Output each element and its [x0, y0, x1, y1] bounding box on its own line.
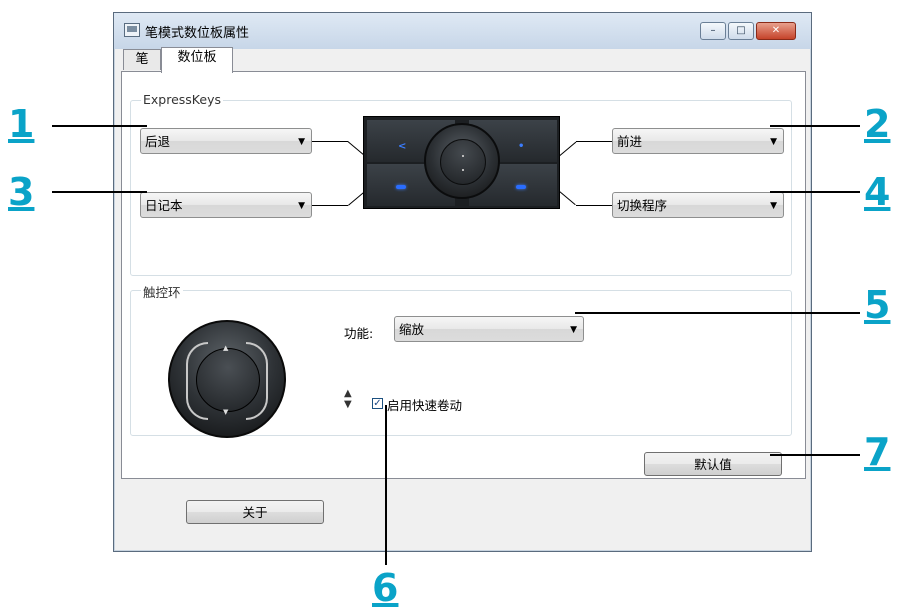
close-button[interactable]: ✕ — [756, 22, 796, 40]
touch-ring-icon — [424, 123, 500, 199]
callout-7: 7 — [864, 430, 891, 474]
ring-dot-icon — [462, 169, 464, 171]
default-button[interactable]: 默认值 — [644, 452, 782, 476]
up-triangle-icon: ▲ — [223, 344, 229, 352]
scroll-arrows-icon: ▲ ▼ — [344, 388, 352, 410]
minimize-button[interactable]: – — [700, 22, 726, 40]
touch-ring-arc-left-icon — [186, 342, 208, 420]
forward-dot-icon: • — [518, 141, 525, 152]
led-indicator-icon — [396, 185, 406, 189]
expresskey-1-value: 后退 — [145, 134, 171, 149]
touch-ring-group-label: 触控环 — [141, 282, 183, 301]
callout-2-line — [770, 125, 860, 127]
tab-pen[interactable]: 笔 — [123, 49, 161, 70]
expresskeys-device-image: < • — [363, 116, 560, 209]
fast-scroll-label: 启用快速卷动 — [387, 398, 463, 413]
callout-5: 5 — [864, 283, 891, 327]
callout-2: 2 — [864, 102, 891, 146]
title-bar: 笔模式数位板属性 – □ ✕ — [114, 13, 811, 49]
touch-ring-image: ▲ ▼ — [168, 320, 286, 438]
about-button[interactable]: 关于 — [186, 500, 324, 524]
connector-line — [576, 141, 612, 142]
callout-1-line — [52, 125, 147, 127]
callout-6-line — [385, 405, 387, 565]
window-client: 笔 数位板 ExpressKeys 后退 ▼ 前进 ▼ 日记本 ▼ 切换程序 ▼ — [121, 47, 806, 544]
tab-panel-tablet: ExpressKeys 后退 ▼ 前进 ▼ 日记本 ▼ 切换程序 ▼ < • 触… — [121, 71, 806, 479]
touch-ring-arc-right-icon — [246, 342, 268, 420]
led-indicator-icon — [516, 185, 526, 189]
function-label: 功能: — [344, 326, 374, 341]
touch-ring-center-icon — [440, 139, 486, 185]
callout-4-line — [770, 191, 860, 193]
expresskey-3-dropdown[interactable]: 日记本 ▼ — [140, 192, 312, 218]
chevron-down-icon: ▼ — [298, 137, 305, 147]
connector-line — [312, 141, 348, 142]
chevron-down-icon: ▼ — [570, 325, 577, 335]
expresskey-4-dropdown[interactable]: 切换程序 ▼ — [612, 192, 784, 218]
back-arrow-icon: < — [398, 141, 407, 152]
connector-line — [312, 205, 348, 206]
expresskey-4-value: 切换程序 — [617, 198, 668, 213]
callout-6: 6 — [372, 566, 399, 610]
fast-scroll-checkbox[interactable]: ✓ — [372, 398, 383, 409]
chevron-down-icon: ▼ — [770, 137, 777, 147]
callout-3-line — [52, 191, 147, 193]
ring-dot-icon — [462, 155, 464, 157]
function-dropdown[interactable]: 缩放 ▼ — [394, 316, 584, 342]
function-value: 缩放 — [399, 322, 425, 337]
expresskeys-group-label: ExpressKeys — [141, 92, 223, 107]
maximize-button[interactable]: □ — [728, 22, 754, 40]
chevron-down-icon: ▼ — [770, 201, 777, 211]
expresskey-2-value: 前进 — [617, 134, 643, 149]
down-triangle-icon: ▼ — [223, 408, 229, 416]
window-app-icon — [124, 23, 140, 37]
callout-7-line — [770, 454, 860, 456]
window-title: 笔模式数位板属性 — [145, 26, 250, 41]
callout-4: 4 — [864, 170, 891, 214]
chevron-down-icon: ▼ — [298, 201, 305, 211]
expresskey-1-dropdown[interactable]: 后退 ▼ — [140, 128, 312, 154]
connector-line — [576, 205, 612, 206]
expresskey-2-dropdown[interactable]: 前进 ▼ — [612, 128, 784, 154]
callout-3: 3 — [8, 170, 35, 214]
expresskey-3-value: 日记本 — [145, 198, 183, 213]
properties-window: 笔模式数位板属性 – □ ✕ 笔 数位板 ExpressKeys 后退 ▼ 前进… — [113, 12, 812, 552]
tab-tablet[interactable]: 数位板 — [161, 47, 233, 73]
callout-1: 1 — [8, 102, 35, 146]
callout-5-line — [575, 312, 860, 314]
